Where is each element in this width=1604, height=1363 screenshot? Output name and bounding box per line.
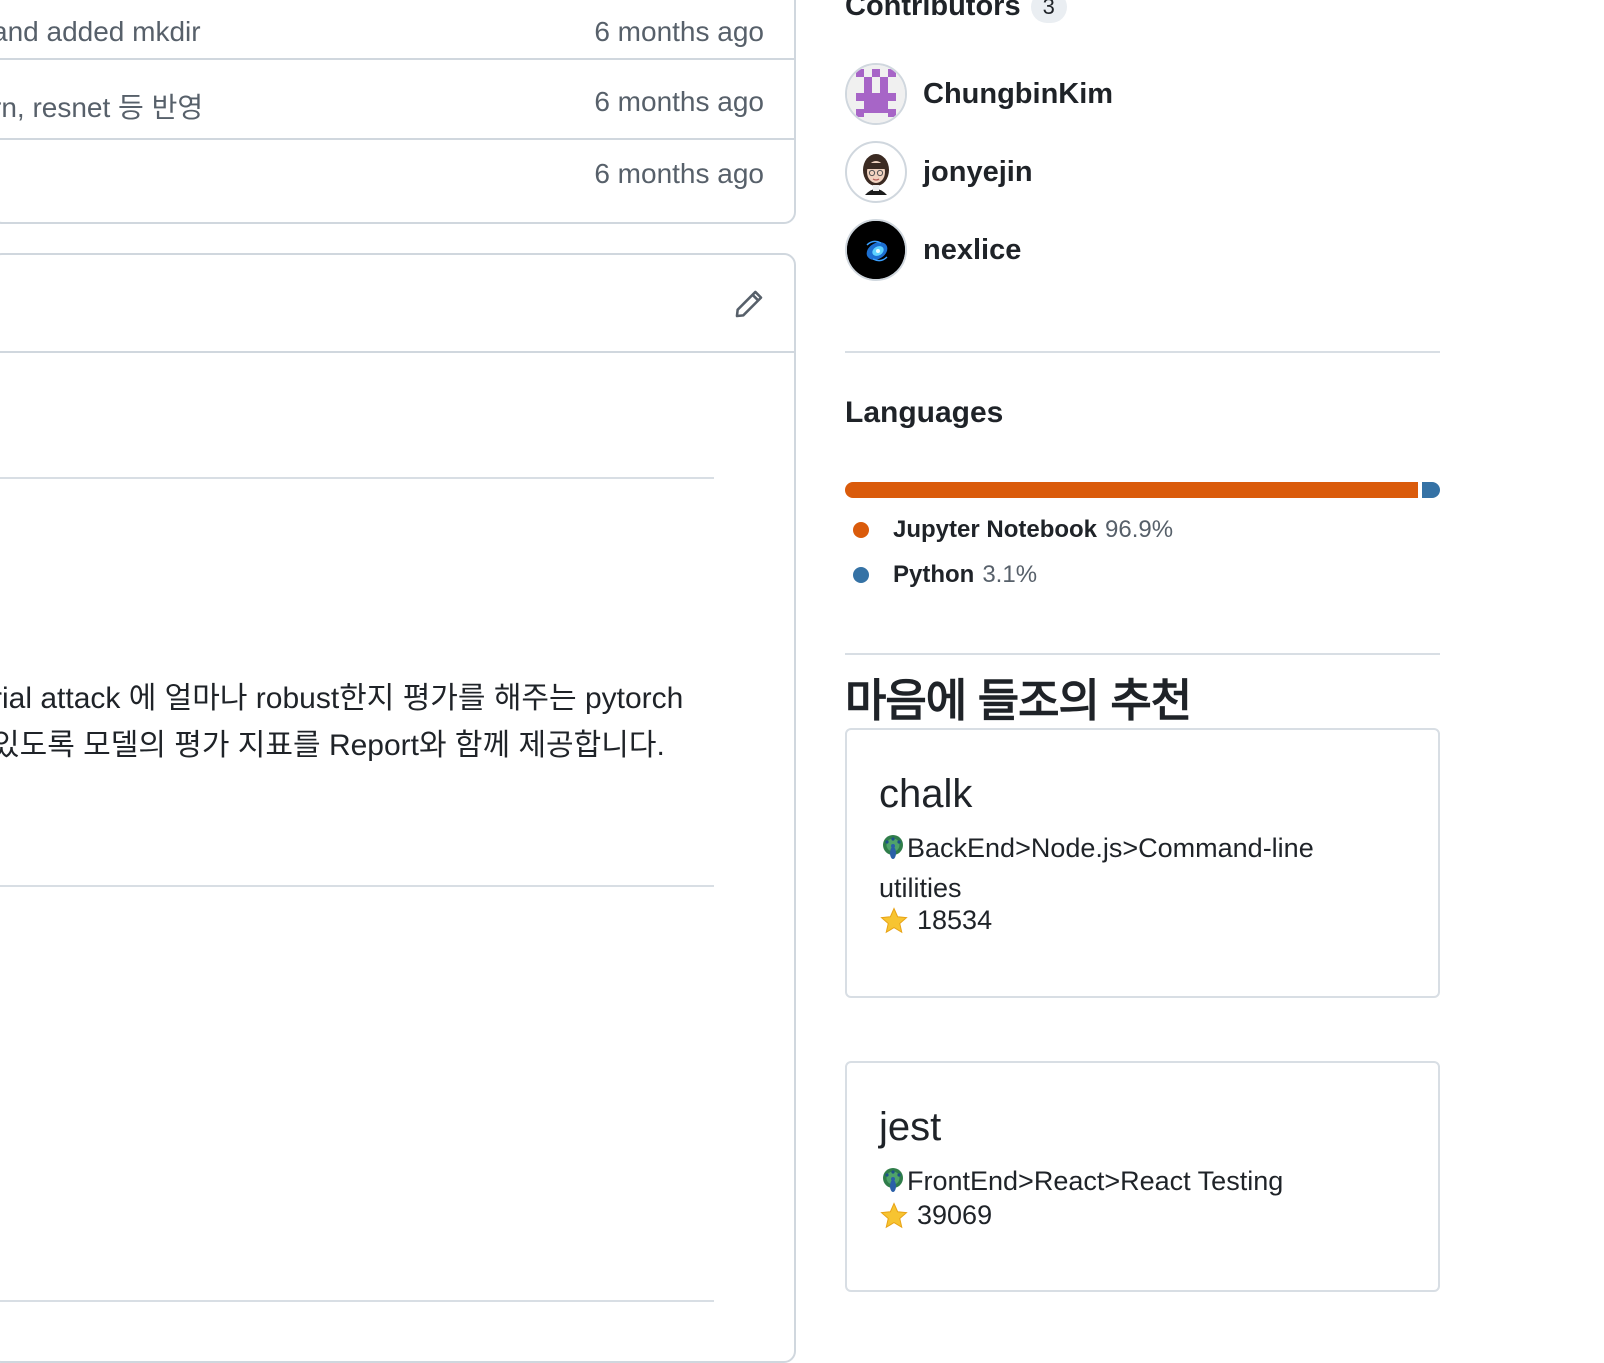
readme-description-line: 있도록 모델의 평가 지표를 Report와 함께 제공합니다. <box>0 729 665 762</box>
recommendation-name[interactable]: chalk <box>879 772 972 817</box>
avatar[interactable] <box>845 219 907 281</box>
languages-heading: Languages <box>845 396 1004 429</box>
language-item-jupyter[interactable]: Jupyter Notebook 96.9% <box>853 516 1173 544</box>
avatar[interactable] <box>845 63 907 125</box>
recommendation-category: FrontEnd>React>React Testing <box>879 1161 1399 1201</box>
readme-divider <box>0 885 714 887</box>
star-icon <box>880 906 908 933</box>
language-bar-segment-jupyter[interactable] <box>845 482 1418 498</box>
language-dot <box>853 567 869 583</box>
readme-divider <box>0 1300 714 1302</box>
commit-time: 6 months ago <box>594 158 764 189</box>
identicon-avatar-icon <box>847 65 905 123</box>
recommendation-card-chalk[interactable]: chalk BackEnd>Node.js>Command-line utili… <box>845 728 1440 998</box>
contributors-heading[interactable]: Contributors 3 <box>845 0 1067 24</box>
language-percent[interactable]: 96.9% <box>1105 516 1173 544</box>
recommendations-heading: 마음에 들조의 추천 <box>845 675 1192 726</box>
language-bar <box>845 482 1440 498</box>
recommendation-category: BackEnd>Node.js>Command-line utilities <box>879 828 1399 908</box>
commit-row[interactable]: 6 months ago <box>0 140 794 212</box>
commit-row[interactable]: rn, resnet 등 반영 6 months ago <box>0 68 794 140</box>
recommendation-category-text: FrontEnd>React>React Testing <box>907 1166 1284 1196</box>
recommendation-stars: 39069 <box>879 1200 992 1231</box>
pencil-icon <box>735 290 763 318</box>
peacock-icon <box>883 835 903 859</box>
language-bar-segment-python[interactable] <box>1421 482 1440 498</box>
contributor-name[interactable]: ChungbinKim <box>923 78 1113 111</box>
language-percent[interactable]: 3.1% <box>982 561 1037 589</box>
language-dot <box>853 522 869 538</box>
readme-header <box>0 255 794 353</box>
galaxy-avatar-icon <box>847 221 905 279</box>
recommendation-stars: 18534 <box>879 905 992 936</box>
readme-panel: rial attack 에 얼마나 robust한지 평가를 해주는 pytor… <box>0 253 796 1363</box>
star-icon <box>880 1201 908 1228</box>
recommendation-card-jest[interactable]: jest FrontEnd>React>React Testing 39069 <box>845 1061 1440 1292</box>
recommendation-star-count: 18534 <box>917 905 993 935</box>
commit-row[interactable]: and added mkdir 6 months ago <box>0 0 794 60</box>
recommendation-name[interactable]: jest <box>879 1105 941 1150</box>
contributor-name[interactable]: jonyejin <box>923 156 1033 189</box>
contributor-jonyejin[interactable]: jonyejin <box>845 139 1033 205</box>
contributor-nexlice[interactable]: nexlice <box>845 217 1021 283</box>
sidebar-divider <box>845 653 1440 655</box>
commit-time: 6 months ago <box>594 86 764 117</box>
readme-divider <box>0 477 714 479</box>
commit-message[interactable]: rn, resnet 등 반영 <box>0 86 203 126</box>
commit-list: and added mkdir 6 months ago rn, resnet … <box>0 0 796 224</box>
sidebar-divider <box>845 351 1440 353</box>
commit-time: 6 months ago <box>594 16 764 47</box>
language-name[interactable]: Jupyter Notebook <box>893 516 1097 544</box>
language-name[interactable]: Python <box>893 561 974 589</box>
readme-description-line: rial attack 에 얼마나 robust한지 평가를 해주는 pytor… <box>0 682 684 715</box>
commit-message[interactable]: and added mkdir <box>0 16 201 48</box>
contributor-name[interactable]: nexlice <box>923 234 1021 267</box>
recommendation-star-count: 39069 <box>917 1200 993 1230</box>
edit-readme-button[interactable] <box>732 287 766 321</box>
contributor-chungbinkim[interactable]: ChungbinKim <box>845 61 1113 127</box>
peacock-icon <box>883 1168 903 1192</box>
language-item-python[interactable]: Python 3.1% <box>853 561 1037 589</box>
avatar[interactable] <box>845 141 907 203</box>
contributors-title[interactable]: Contributors <box>845 0 1021 22</box>
memoji-avatar-icon <box>863 154 889 195</box>
recommendation-category-text: BackEnd>Node.js>Command-line utilities <box>879 833 1314 903</box>
contributors-count-badge: 3 <box>1030 0 1067 24</box>
